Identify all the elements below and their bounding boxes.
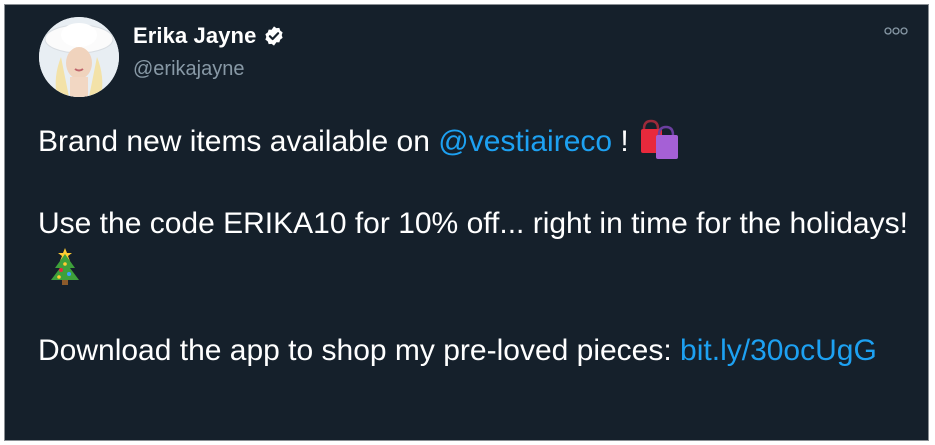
author-handle[interactable]: @erikajayne xyxy=(133,58,244,81)
tweet-card: Erika Jayne @erikajayne Brand new items … xyxy=(4,4,929,441)
avatar[interactable] xyxy=(39,17,119,97)
verified-badge-icon xyxy=(265,26,284,46)
mention-link[interactable]: @vestiaireco xyxy=(438,125,612,158)
tweet-line-2: Use the code ERIKA10 for 10% off... righ… xyxy=(38,202,908,299)
author-name[interactable]: Erika Jayne xyxy=(133,23,256,49)
tweet-line-3: Download the app to shop my pre-loved pi… xyxy=(38,334,877,367)
shortened-link[interactable]: bit.ly/30ocUgG xyxy=(680,334,877,367)
tweet-text: Brand new items available on @vestiairec… xyxy=(38,119,908,403)
shopping-bags-icon xyxy=(639,119,681,172)
christmas-tree-icon xyxy=(48,246,82,299)
more-options-icon[interactable] xyxy=(884,27,908,35)
tweet-line-1: Brand new items available on @vestiairec… xyxy=(38,119,908,172)
author-name-row[interactable]: Erika Jayne xyxy=(133,23,285,49)
